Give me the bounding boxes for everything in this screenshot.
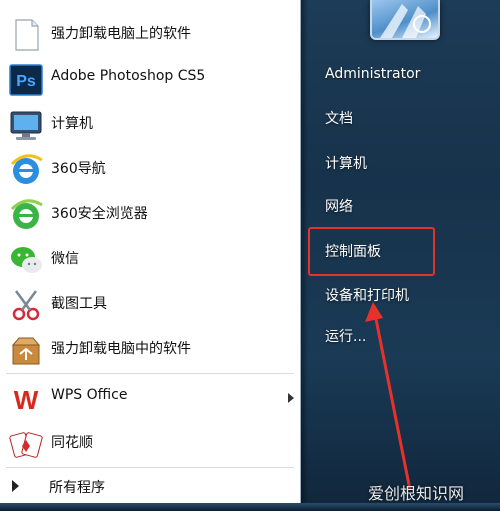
right-link-computer[interactable]: 计算机 (325, 153, 367, 173)
photoshop-icon: Ps (8, 62, 44, 98)
document-icon (8, 17, 44, 53)
browser-e-icon (8, 152, 44, 188)
right-link-administrator[interactable]: Administrator (325, 66, 420, 82)
menu-item-tonghuashun[interactable]: 同花顺 (0, 420, 300, 464)
avatar-picture-icon (380, 4, 431, 38)
menu-item-label: 截图工具 (51, 296, 107, 312)
menu-item-label: 360导航 (51, 161, 106, 177)
menu-item-uninstall-software[interactable]: 强力卸载电脑上的软件 (0, 11, 300, 55)
menu-divider (6, 373, 294, 374)
photoshop-icon-text: Ps (16, 73, 36, 90)
menu-item-label: Adobe Photoshop CS5 (51, 68, 206, 84)
menu-item-wechat[interactable]: 微信 (0, 236, 300, 280)
wechat-icon (8, 242, 44, 278)
menu-divider (6, 467, 294, 468)
submenu-arrow-icon (288, 393, 294, 403)
user-avatar[interactable] (370, 0, 440, 40)
menu-item-label: 强力卸载电脑上的软件 (51, 26, 191, 42)
taskbar-edge (0, 503, 500, 511)
menu-item-computer[interactable]: 计算机 (0, 101, 300, 145)
menu-item-label: 强力卸载电脑中的软件 (51, 341, 191, 357)
cards-icon (8, 426, 44, 462)
start-menu-left-panel: 强力卸载电脑上的软件 Ps Adobe Photoshop CS5 计算机 36… (0, 0, 301, 511)
right-link-network[interactable]: 网络 (325, 196, 353, 216)
menu-item-label: WPS Office (51, 387, 128, 403)
control-panel-highlight-box (308, 227, 435, 276)
menu-item-label: 360安全浏览器 (51, 206, 148, 222)
menu-item-uninstall-software-2[interactable]: 强力卸载电脑中的软件 (0, 326, 300, 370)
menu-item-photoshop[interactable]: Ps Adobe Photoshop CS5 (0, 56, 300, 100)
scissors-icon (8, 287, 44, 323)
watermark-text: 爱创根知识网 (368, 484, 465, 503)
browser-e-green-icon (8, 197, 44, 233)
all-programs-button[interactable]: 所有程序 (49, 477, 105, 497)
uninstall-box-icon (8, 332, 44, 368)
menu-item-label: 同花顺 (51, 435, 93, 451)
annotation-arrow-icon (365, 302, 412, 491)
wps-icon-text: W (14, 385, 39, 415)
menu-item-label: 微信 (51, 251, 79, 267)
menu-item-label: 计算机 (51, 116, 93, 132)
all-programs-arrow-icon[interactable] (12, 480, 19, 492)
computer-icon (8, 107, 44, 143)
menu-item-snipping-tool[interactable]: 截图工具 (0, 281, 300, 325)
wps-icon: W (8, 381, 44, 417)
right-link-documents[interactable]: 文档 (325, 108, 353, 128)
menu-item-360-nav[interactable]: 360导航 (0, 146, 300, 190)
menu-item-360-browser[interactable]: 360安全浏览器 (0, 191, 300, 235)
menu-item-wps-office[interactable]: W WPS Office (0, 375, 300, 419)
